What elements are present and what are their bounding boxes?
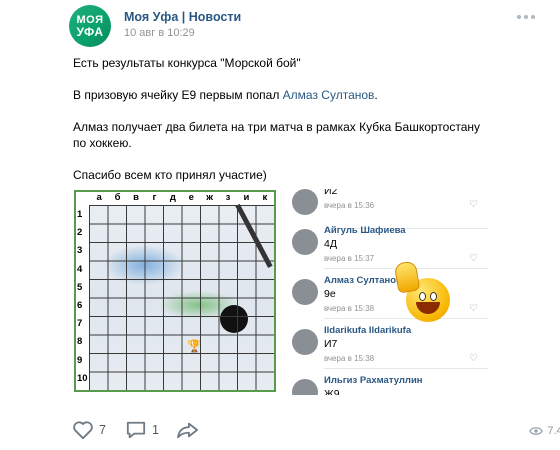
battleship-board-image[interactable]: а б в г д е ж з и к 1 2 3 4 5 6 7 8 9 10… <box>74 190 276 392</box>
comment-text: Ж9 <box>324 388 340 395</box>
row-number: 3 <box>77 245 83 257</box>
eye-icon <box>529 427 544 435</box>
row-number: 7 <box>77 318 83 330</box>
row-number: 6 <box>77 300 83 312</box>
column-letter: к <box>262 192 268 203</box>
views-count: 7.4K <box>547 425 560 437</box>
share-button[interactable] <box>176 420 200 440</box>
board-row-numbers: 1 2 3 4 5 6 7 8 9 10 <box>76 206 89 388</box>
board-grid: 🏆 <box>89 203 274 390</box>
row-number: 5 <box>77 281 83 293</box>
commenter-avatar <box>292 379 318 395</box>
heart-icon <box>73 421 93 440</box>
column-letter: а <box>96 192 102 203</box>
post-text-line-2: В призовую ячейку Е9 первым попал Алмаз … <box>73 87 483 103</box>
post-header: МОЯ УФА Моя Уфа | Новости 10 авг в 10:29 <box>69 5 549 47</box>
column-letter: д <box>169 192 176 203</box>
community-name[interactable]: Моя Уфа | Новости <box>124 10 241 24</box>
heart-icon: ♡ <box>469 199 478 210</box>
comment-text: 9е <box>324 288 336 300</box>
commenter-avatar <box>292 329 318 355</box>
post-text-line-3: Алмаз получает два билета на три матча в… <box>73 120 480 150</box>
like-count: 7 <box>99 423 106 437</box>
comment-count: 1 <box>152 423 159 437</box>
row-number: 8 <box>77 336 83 348</box>
comment-item: Айгуль Шафиева 4Д вчера в 15:37 ♡ <box>288 223 492 269</box>
column-letter: и <box>243 192 250 203</box>
thumb-up-hand <box>393 260 421 294</box>
row-number: 2 <box>77 227 83 239</box>
commenter-name: Айгуль Шафиева <box>324 225 406 236</box>
winner-link[interactable]: Алмаз Султанов <box>283 88 375 102</box>
comment-item: Алмаз Султанов 9е вчера в 15:38 ♡ <box>288 273 492 319</box>
comment-button[interactable]: 1 <box>125 420 159 440</box>
more-options-icon[interactable] <box>517 11 541 23</box>
post-text-line-4: Спасибо всем кто принял участие) <box>73 168 267 182</box>
column-letter: е <box>188 192 194 203</box>
comment-time: вчера в 15:38 <box>324 354 375 363</box>
community-avatar[interactable]: МОЯ УФА <box>69 5 111 47</box>
comment-text: И7 <box>324 338 338 350</box>
commenter-name: Ildarikufa Ildarikufa <box>324 325 412 336</box>
row-number: 4 <box>77 263 83 275</box>
comment-item: Ильгиз Рахматуллин Ж9 <box>288 373 492 395</box>
column-letter: г <box>152 192 157 203</box>
column-letter: в <box>133 192 139 203</box>
grid-lines <box>89 205 274 390</box>
column-letter: з <box>225 192 231 203</box>
comment-divider <box>324 368 488 369</box>
comment-item: Ildarikufa Ildarikufa И7 вчера в 15:38 ♡ <box>288 323 492 369</box>
comment-icon <box>126 421 146 439</box>
post-text-line-1: Есть результаты конкурса "Морской бой" <box>73 56 301 70</box>
comment-time: вчера в 15:37 <box>324 254 375 263</box>
commenter-name: Ильгиз Рахматуллин <box>324 375 423 386</box>
comment-time: вчера в 15:36 <box>324 201 375 210</box>
emoji-eye <box>419 292 426 301</box>
comments-screenshot[interactable]: И2 вчера в 15:36 ♡ Айгуль Шафиева 4Д вче… <box>288 189 492 395</box>
post-text-line-2-prefix: В призовую ячейку Е9 первым попал <box>73 88 283 102</box>
comment-text: 4Д <box>324 238 337 250</box>
row-number: 10 <box>77 372 88 384</box>
board-column-letters: а б в г д е ж з и к <box>90 192 274 204</box>
comment-text: И2 <box>324 189 338 197</box>
thumbs-up-emoji-icon <box>393 260 456 324</box>
post-date[interactable]: 10 авг в 10:29 <box>124 27 195 39</box>
commenter-name: Алмаз Султанов <box>324 275 402 286</box>
heart-icon: ♡ <box>469 253 478 264</box>
commenter-avatar <box>292 229 318 255</box>
avatar-text-bottom: УФА <box>76 25 104 39</box>
column-letter: ж <box>206 192 214 203</box>
views-counter: 7.4K <box>529 425 560 437</box>
commenter-avatar <box>292 279 318 305</box>
row-number: 1 <box>77 209 83 220</box>
share-arrow-icon <box>177 422 198 439</box>
comment-time: вчера в 15:38 <box>324 304 375 313</box>
column-letter: б <box>114 192 121 203</box>
emoji-mouth <box>416 302 440 314</box>
like-button[interactable]: 7 <box>72 420 106 440</box>
heart-icon: ♡ <box>469 303 478 314</box>
post-actions-bar: 7 1 7.4K <box>72 420 560 446</box>
heart-icon: ♡ <box>469 353 478 364</box>
emoji-eye <box>430 292 437 301</box>
post-text-line-2-suffix: . <box>374 88 378 102</box>
row-number: 9 <box>77 354 83 366</box>
commenter-avatar <box>292 189 318 215</box>
